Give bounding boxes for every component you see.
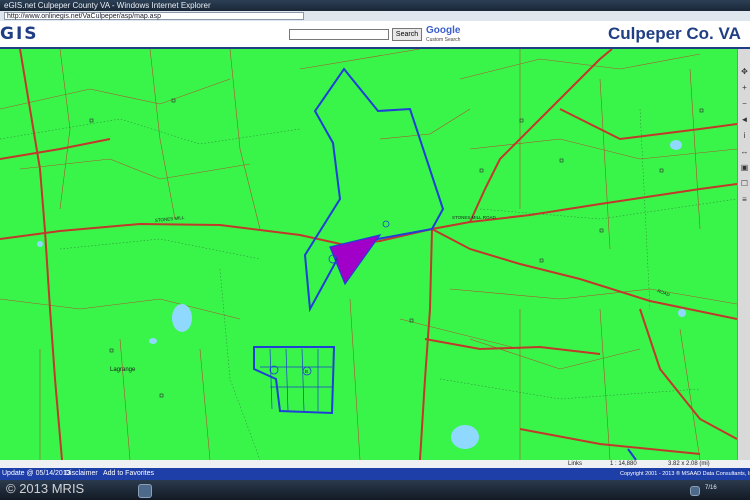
site-footer: Update @ 05/14/2013 Disclaimer Add to Fa… <box>0 468 750 480</box>
map-view[interactable]: A B STONES MILL STONES MILL ROAD Lagrang… <box>0 49 737 460</box>
site-logo: GIS <box>0 24 39 44</box>
select-icon[interactable]: ☐ <box>740 179 749 188</box>
ie-taskbar-icon[interactable] <box>138 484 152 498</box>
google-custom-search-label: Custom Search <box>426 37 461 43</box>
place-label-lagrange: Lagrange <box>110 367 136 373</box>
parcel-lines <box>0 49 737 460</box>
dotted-lines <box>0 108 737 460</box>
extent-readout: 3.82 x 2.08 (mi) <box>668 461 710 467</box>
copyright-text: Copyright 2001 - 2013 ® MSAAD Data Consu… <box>620 471 750 477</box>
county-title: Culpeper Co. VA <box>608 24 741 43</box>
window-title: eGIS.net Culpeper County VA - Windows In… <box>4 1 211 10</box>
google-logo: Google <box>426 25 461 36</box>
zoom-out-icon[interactable]: − <box>740 99 749 108</box>
print-icon[interactable]: ▣ <box>740 163 749 172</box>
road-label-stones-mill: STONES MILL <box>155 215 186 223</box>
disclaimer-link[interactable]: Disclaimer <box>65 468 98 480</box>
water-bodies <box>37 140 686 449</box>
map-toolbar: ✥ + − ◄ i ↔ ▣ ☐ ≡ <box>737 49 750 460</box>
search-button[interactable]: Search <box>392 28 422 41</box>
url-field[interactable]: http://www.onlinegis.net/VaCulpeper/asp/… <box>4 12 304 20</box>
info-icon[interactable]: i <box>740 131 749 140</box>
scale-readout: 1 : 14,880 <box>610 461 637 467</box>
parcel-label-a: A <box>335 257 338 262</box>
main-roads <box>0 49 737 460</box>
links-label[interactable]: Links <box>568 460 582 468</box>
taskbar-clock: 7/16 <box>705 485 717 491</box>
layers-icon[interactable]: ≡ <box>740 195 749 204</box>
search-input[interactable] <box>289 29 389 40</box>
window-titlebar: eGIS.net Culpeper County VA - Windows In… <box>0 0 750 11</box>
measure-icon[interactable]: ↔ <box>740 147 749 156</box>
back-icon[interactable]: ◄ <box>740 115 749 124</box>
structure-markers <box>89 98 704 398</box>
map-canvas[interactable]: A B STONES MILL STONES MILL ROAD Lagrang… <box>0 49 737 460</box>
subdivision-lots <box>260 348 332 412</box>
road-label-east: ROAD <box>657 288 672 297</box>
pan-icon[interactable]: ✥ <box>740 67 749 76</box>
road-label-stones-mill-road: STONES MILL ROAD <box>452 215 497 220</box>
update-date: Update @ 05/14/2013 <box>2 470 71 477</box>
add-favorites-link[interactable]: Add to Favorites <box>103 468 154 480</box>
subject-parcel-boundary <box>253 67 637 460</box>
parcel-label-b: B <box>305 369 308 374</box>
tray-icon[interactable] <box>690 486 700 496</box>
taskbar <box>0 480 750 500</box>
status-bar: Links 1 : 14,880 3.82 x 2.08 (mi) <box>0 460 750 468</box>
mris-watermark: © 2013 MRIS <box>6 481 85 496</box>
zoom-in-icon[interactable]: + <box>740 83 749 92</box>
site-header: GIS Search Google Custom Search Culpeper… <box>0 21 750 49</box>
